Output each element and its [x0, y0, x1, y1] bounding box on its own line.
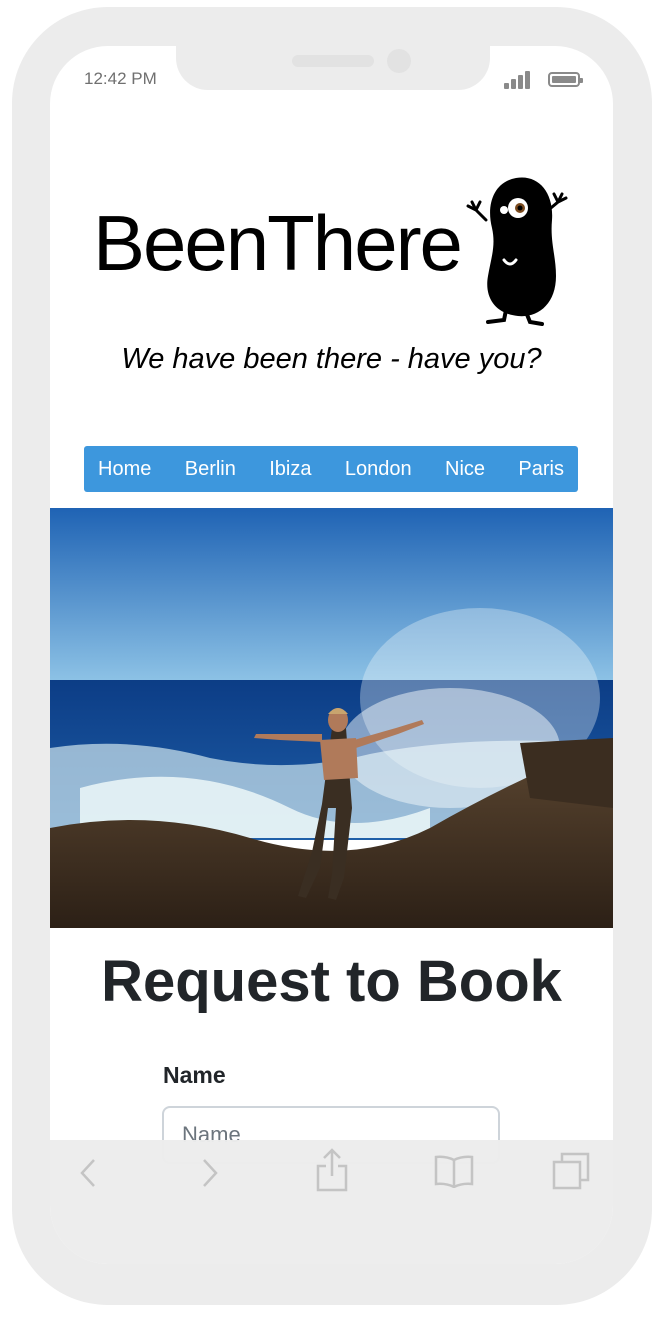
forward-icon[interactable] [200, 1158, 220, 1188]
nav-item-london[interactable]: London [345, 458, 412, 481]
booking-heading: Request to Book [101, 949, 562, 1014]
share-icon[interactable] [316, 1148, 348, 1192]
notch [176, 46, 490, 90]
camera [387, 49, 411, 73]
speaker [292, 55, 374, 67]
back-icon[interactable] [78, 1158, 98, 1188]
bean-mascot-icon [466, 177, 568, 326]
nav-item-berlin[interactable]: Berlin [185, 458, 236, 481]
hero-image [50, 508, 613, 928]
main-nav: Home Berlin Ibiza London Nice Paris [84, 446, 578, 492]
nav-item-home[interactable]: Home [98, 458, 151, 481]
tabs-icon[interactable] [552, 1152, 590, 1190]
site-tagline: We have been there - have you? [121, 343, 542, 375]
bookmarks-icon[interactable] [434, 1154, 474, 1188]
site-logo-text[interactable]: BeenThere [93, 198, 463, 289]
status-time: 12:42 PM [84, 69, 157, 88]
name-label: Name [163, 1062, 226, 1088]
signal-icon [504, 71, 536, 89]
battery-icon [548, 72, 583, 87]
nav-item-nice[interactable]: Nice [445, 458, 485, 481]
nav-item-paris[interactable]: Paris [518, 458, 564, 481]
nav-item-ibiza[interactable]: Ibiza [269, 458, 311, 481]
